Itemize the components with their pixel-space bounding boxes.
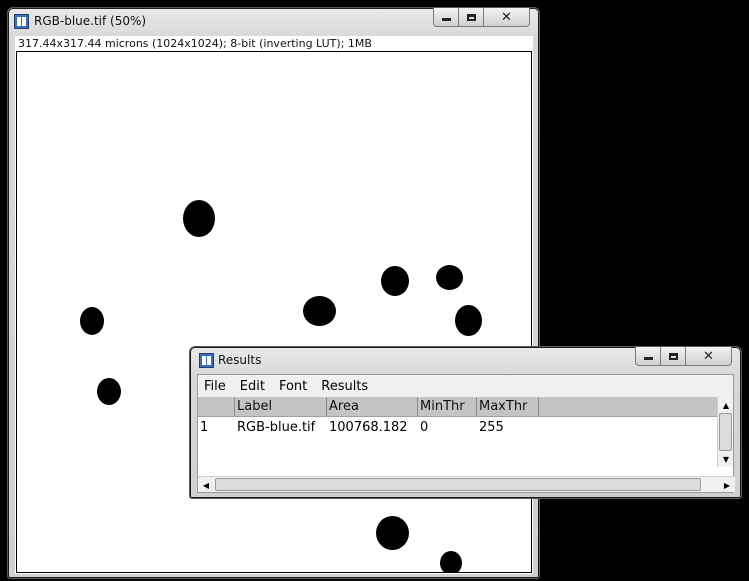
minimize-button[interactable] <box>635 347 661 366</box>
cell-maxthr: 255 <box>479 420 504 435</box>
maximize-button[interactable] <box>459 8 484 27</box>
menubar: File Edit Font Results <box>198 375 733 397</box>
minimize-button[interactable] <box>433 8 459 27</box>
scroll-down-arrow-icon[interactable]: ▼ <box>718 451 734 467</box>
table-row[interactable]: 1 RGB-blue.tif 100768.182 0 255 <box>198 419 539 437</box>
window-title: Results <box>218 353 262 367</box>
particle <box>381 266 409 296</box>
minimize-icon <box>441 18 451 21</box>
imagej-icon <box>199 353 214 368</box>
close-button[interactable]: ✕ <box>484 8 530 27</box>
column-header-index[interactable] <box>198 397 235 416</box>
image-window-titlebar[interactable]: RGB-blue.tif (50%) ✕ <box>8 8 539 36</box>
results-window-titlebar[interactable]: Results ✕ <box>190 347 741 375</box>
particle <box>440 551 462 572</box>
imagej-icon <box>14 14 29 29</box>
vertical-scrollbar[interactable]: ▲ ▼ <box>717 397 733 467</box>
particle <box>436 265 463 290</box>
column-header-maxthr[interactable]: MaxThr <box>477 397 539 416</box>
maximize-icon <box>668 352 678 360</box>
scroll-left-arrow-icon[interactable]: ◀ <box>198 477 214 493</box>
particle <box>80 307 104 335</box>
particle <box>303 296 336 326</box>
particle <box>376 516 409 550</box>
column-header-label[interactable]: Label <box>235 397 327 416</box>
cell-minthr: 0 <box>420 420 429 435</box>
horizontal-scrollbar[interactable]: ◀ ▶ <box>198 476 735 492</box>
close-button[interactable]: ✕ <box>686 347 732 366</box>
menu-results[interactable]: Results <box>321 379 368 394</box>
maximize-icon <box>466 13 476 21</box>
image-info: 317.44x317.44 microns (1024x1024); 8-bit… <box>18 37 372 50</box>
cell-label: RGB-blue.tif <box>237 420 316 435</box>
column-header-filler <box>539 397 719 416</box>
window-title: RGB-blue.tif (50%) <box>34 14 147 28</box>
results-window-client: File Edit Font Results Label Area MinThr… <box>197 374 735 493</box>
cell-area: 100768.182 <box>329 420 408 435</box>
maximize-button[interactable] <box>661 347 686 366</box>
cell-index: 1 <box>200 420 209 435</box>
vertical-scroll-thumb[interactable] <box>719 413 732 451</box>
particle <box>97 378 121 405</box>
horizontal-scroll-thumb[interactable] <box>215 478 701 491</box>
column-header-minthr[interactable]: MinThr <box>418 397 477 416</box>
column-header-area[interactable]: Area <box>327 397 418 416</box>
results-table[interactable]: Label Area MinThr MaxThr 1 RGB-blue.tif … <box>198 397 719 467</box>
results-window[interactable]: Results ✕ File Edit Font Results Label A… <box>189 346 742 499</box>
close-icon: ✕ <box>501 9 512 25</box>
menu-file[interactable]: File <box>204 379 226 394</box>
menu-font[interactable]: Font <box>279 379 307 394</box>
particle <box>183 200 215 237</box>
scroll-right-arrow-icon[interactable]: ▶ <box>719 477 735 493</box>
table-header: Label Area MinThr MaxThr <box>198 397 719 417</box>
particle <box>455 305 482 336</box>
close-icon: ✕ <box>703 348 714 364</box>
scroll-up-arrow-icon[interactable]: ▲ <box>718 397 734 413</box>
minimize-icon <box>643 357 653 360</box>
menu-edit[interactable]: Edit <box>240 379 265 394</box>
